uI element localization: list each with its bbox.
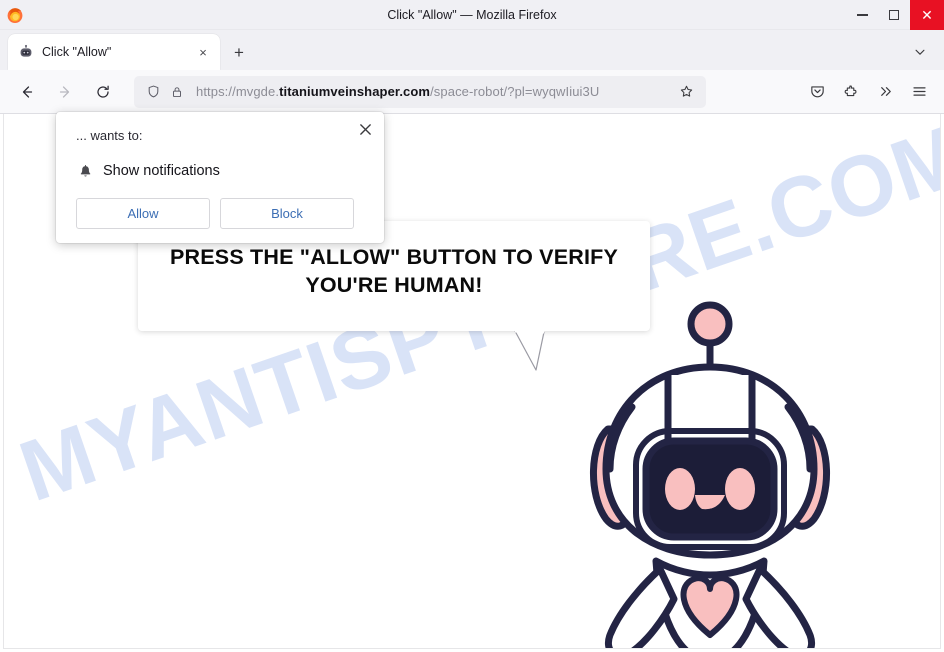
title-bar: Click "Allow" — Mozilla Firefox ✕ bbox=[0, 0, 944, 30]
block-button[interactable]: Block bbox=[220, 198, 354, 229]
space-robot-illustration bbox=[560, 279, 860, 648]
reload-icon bbox=[97, 85, 109, 98]
new-tab-button[interactable]: + bbox=[224, 37, 254, 67]
close-icon bbox=[359, 123, 371, 135]
bell-icon bbox=[76, 162, 94, 180]
minimize-button[interactable] bbox=[846, 0, 878, 30]
url-domain: titaniumveinshaper.com bbox=[279, 84, 431, 99]
url-prefix: https://mvgde. bbox=[196, 84, 280, 99]
overflow-menu-button[interactable] bbox=[868, 76, 902, 108]
tab-close-button[interactable]: × bbox=[194, 43, 212, 61]
popup-close-button[interactable] bbox=[354, 118, 376, 140]
allow-button[interactable]: Allow bbox=[76, 198, 210, 229]
robot-favicon-icon bbox=[18, 44, 34, 60]
extensions-button[interactable] bbox=[834, 76, 868, 108]
permission-buttons: Allow Block bbox=[76, 198, 354, 229]
forward-button[interactable] bbox=[48, 76, 82, 108]
url-path: /space-robot/?pl=wyqwIiui3U bbox=[430, 84, 600, 99]
puzzle-piece-icon bbox=[844, 85, 856, 97]
back-button[interactable] bbox=[10, 76, 44, 108]
app-menu-button[interactable] bbox=[902, 76, 936, 108]
navigation-toolbar: https://mvgde.titaniumveinshaper.com/spa… bbox=[0, 70, 944, 114]
back-arrow-icon bbox=[22, 85, 33, 98]
firefox-logo-icon bbox=[6, 6, 24, 24]
permission-request-row: Show notifications bbox=[76, 162, 220, 180]
window-title: Click "Allow" — Mozilla Firefox bbox=[387, 7, 557, 22]
forward-arrow-icon bbox=[59, 85, 70, 98]
pocket-save-button[interactable] bbox=[800, 76, 834, 108]
close-icon: ✕ bbox=[921, 7, 933, 23]
address-bar[interactable]: https://mvgde.titaniumveinshaper.com/spa… bbox=[134, 75, 706, 108]
tab-click-allow[interactable]: Click "Allow" × bbox=[8, 34, 220, 70]
permission-host-text: ... wants to: bbox=[76, 128, 143, 143]
url-text[interactable]: https://mvgde.titaniumveinshaper.com/spa… bbox=[196, 84, 674, 99]
minimize-icon bbox=[856, 14, 868, 16]
close-window-button[interactable]: ✕ bbox=[910, 0, 944, 30]
lock-icon[interactable] bbox=[166, 81, 188, 103]
browser-window: Click "Allow" — Mozilla Firefox ✕ Click … bbox=[0, 0, 944, 652]
tab-label: Click "Allow" bbox=[42, 45, 112, 59]
window-controls: ✕ bbox=[846, 0, 944, 30]
shield-icon[interactable] bbox=[142, 81, 164, 103]
tab-strip: Click "Allow" × + bbox=[0, 30, 944, 70]
chevron-down-icon bbox=[915, 49, 925, 55]
bookmark-star-icon[interactable] bbox=[674, 80, 698, 104]
toolbar-icons bbox=[800, 76, 944, 108]
maximize-button[interactable] bbox=[878, 0, 910, 30]
notification-permission-popup: ... wants to: Show notifications Allow B… bbox=[56, 112, 384, 243]
speech-bubble-tail-icon bbox=[514, 330, 545, 371]
hamburger-menu-icon bbox=[912, 87, 926, 96]
maximize-icon bbox=[889, 10, 899, 20]
list-all-tabs-button[interactable] bbox=[906, 38, 934, 66]
pocket-save-icon bbox=[810, 86, 824, 98]
double-chevron-right-icon bbox=[880, 87, 891, 96]
permission-request-label: Show notifications bbox=[103, 163, 220, 179]
reload-button[interactable] bbox=[86, 76, 120, 108]
